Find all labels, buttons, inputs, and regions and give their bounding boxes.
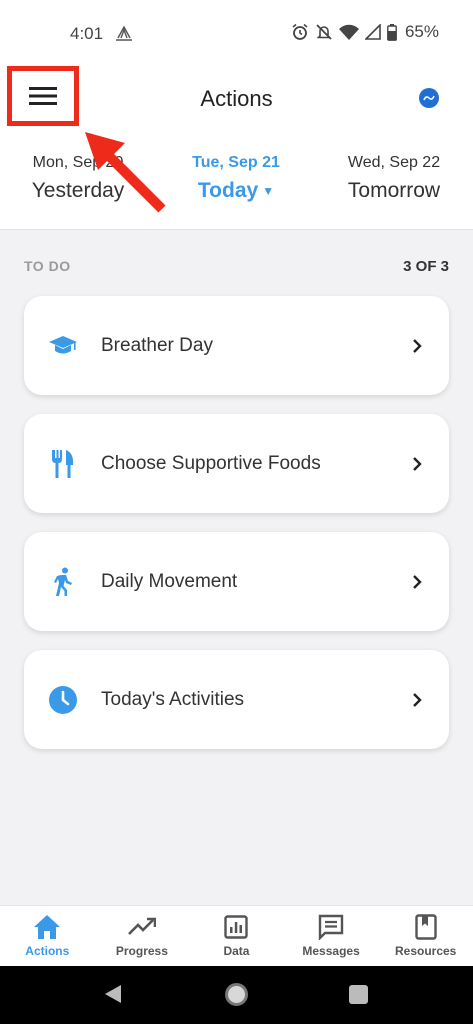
chevron-right-icon — [413, 692, 422, 707]
tab-resources[interactable]: Resources — [378, 906, 473, 966]
todo-label: TO DO — [24, 258, 71, 274]
chevron-right-icon — [413, 456, 422, 471]
logo-icon — [423, 95, 435, 101]
chevron-right-icon — [413, 338, 422, 353]
signal-icon — [364, 24, 381, 40]
date-tomorrow-label: Tomorrow — [347, 179, 441, 202]
date-selector: Mon, Sep 20 Yesterday Tue, Sep 21 Today ▼… — [0, 130, 473, 230]
message-icon — [317, 914, 345, 940]
status-icons: 65% — [291, 22, 439, 42]
todo-count: 3 OF 3 — [403, 258, 449, 275]
page-title: Actions — [200, 86, 273, 111]
profile-avatar[interactable] — [419, 88, 439, 108]
tab-actions[interactable]: Actions — [0, 906, 95, 966]
battery-icon — [387, 23, 397, 41]
tab-progress[interactable]: Progress — [95, 906, 190, 966]
date-tomorrow[interactable]: Wed, Sep 22 Tomorrow — [330, 154, 458, 203]
chevron-right-icon — [413, 574, 422, 589]
date-today-label: Today — [197, 179, 259, 202]
action-card-breather-day[interactable]: Breather Day — [24, 296, 449, 395]
status-time: 4:01 — [70, 24, 104, 43]
date-yesterday-label: Yesterday — [31, 179, 125, 202]
action-card-label: Today's Activities — [101, 688, 245, 710]
action-card-daily-movement[interactable]: Daily Movement — [24, 532, 449, 631]
home-button-icon[interactable] — [225, 983, 248, 1006]
alarm-icon — [292, 23, 308, 40]
recent-apps-icon[interactable] — [349, 985, 368, 1004]
date-tomorrow-date: Wed, Sep 22 — [347, 154, 441, 171]
trending-up-icon — [127, 914, 156, 940]
system-navigation-bar — [0, 966, 473, 1024]
action-card-label: Breather Day — [101, 334, 213, 356]
book-icon — [412, 914, 440, 940]
utensils-icon — [48, 449, 78, 479]
tab-messages[interactable]: Messages — [284, 906, 379, 966]
walking-icon — [48, 567, 78, 597]
status-bar: 4:01 65% — [0, 0, 473, 66]
tab-label: Data — [223, 944, 250, 958]
date-today[interactable]: Tue, Sep 21 Today ▼ — [172, 154, 300, 203]
tab-label: Messages — [302, 944, 360, 958]
date-today-date: Tue, Sep 21 — [192, 154, 280, 171]
action-card-todays-activities[interactable]: Today's Activities — [24, 650, 449, 749]
home-icon — [33, 914, 61, 940]
dropdown-caret-icon: ▼ — [262, 184, 275, 199]
bottom-tab-bar: Actions Progress Data Messages Resources — [0, 905, 473, 966]
app-bar: Actions — [0, 66, 473, 130]
action-card-label: Choose Supportive Foods — [101, 452, 321, 474]
battery-percentage: 65% — [404, 22, 439, 41]
notifications-off-icon — [316, 24, 332, 40]
tab-label: Actions — [25, 944, 70, 958]
clock-icon — [48, 685, 78, 715]
note-icon — [116, 25, 132, 41]
date-yesterday-date: Mon, Sep 20 — [32, 154, 124, 171]
bar-chart-icon — [222, 914, 250, 940]
tab-label: Progress — [115, 944, 168, 958]
graduation-cap-icon — [48, 331, 78, 361]
back-icon[interactable] — [104, 984, 122, 1004]
action-card-supportive-foods[interactable]: Choose Supportive Foods — [24, 414, 449, 513]
tab-label: Resources — [394, 944, 457, 958]
action-card-label: Daily Movement — [101, 570, 238, 592]
wifi-icon — [338, 24, 359, 40]
tab-data[interactable]: Data — [189, 906, 284, 966]
todo-header: TO DO 3 OF 3 — [24, 258, 449, 275]
date-today-row: Today ▼ — [172, 179, 300, 203]
date-yesterday[interactable]: Mon, Sep 20 Yesterday — [14, 154, 142, 203]
